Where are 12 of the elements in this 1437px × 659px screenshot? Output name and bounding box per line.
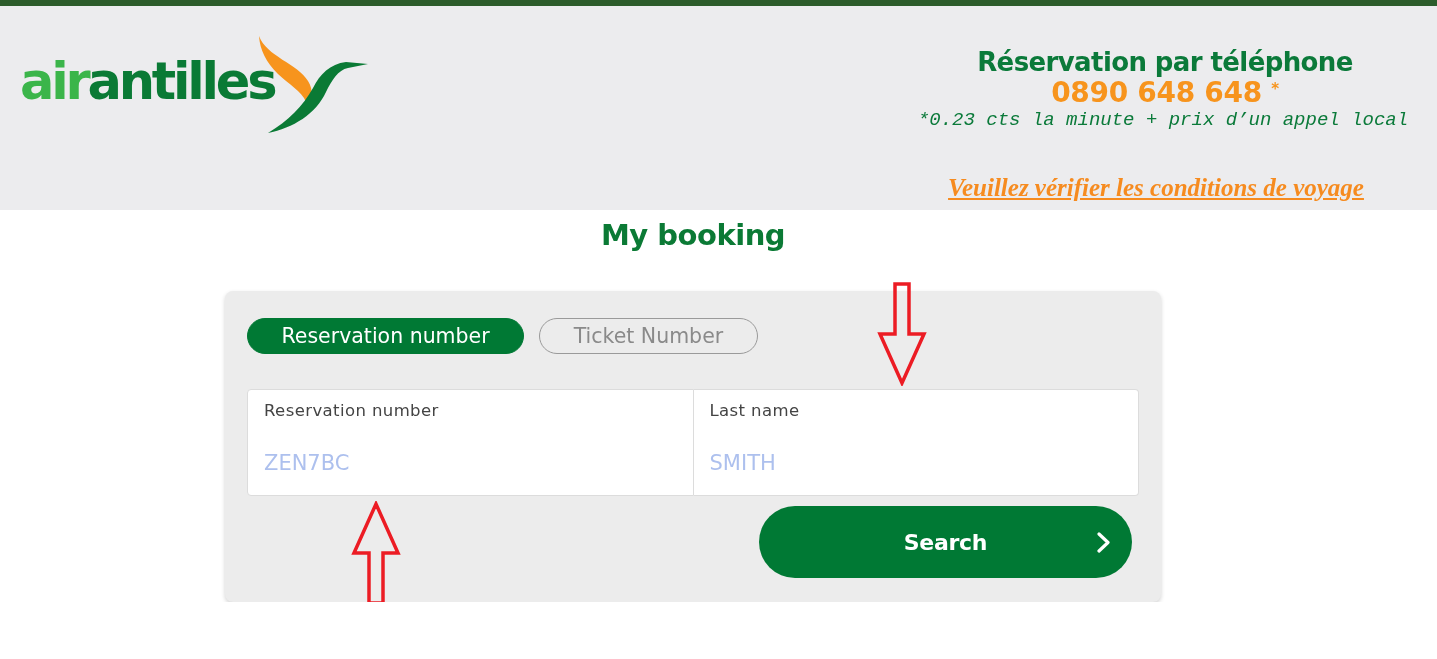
tab[interactable]: Reservation number	[247, 318, 525, 354]
field-label: Last name	[709, 401, 800, 421]
phone-number: 0890 648 648 $^{*}$	[1051, 78, 1279, 108]
field-label: Reservation number	[264, 401, 439, 421]
text-input[interactable]: ZEN7BC	[264, 448, 677, 478]
page-title: My booking	[599, 217, 787, 253]
text-input[interactable]: SMITH	[709, 448, 1122, 478]
call-price-note: *0.23 cts la minute + prix d’un appel local	[917, 108, 1409, 132]
logo-wordmark: airantilles	[20, 52, 275, 112]
phone-booking-title: Réservation par téléphone	[977, 46, 1353, 78]
search-button[interactable]: Search	[759, 506, 1132, 578]
chevron-right-icon	[1097, 532, 1111, 553]
